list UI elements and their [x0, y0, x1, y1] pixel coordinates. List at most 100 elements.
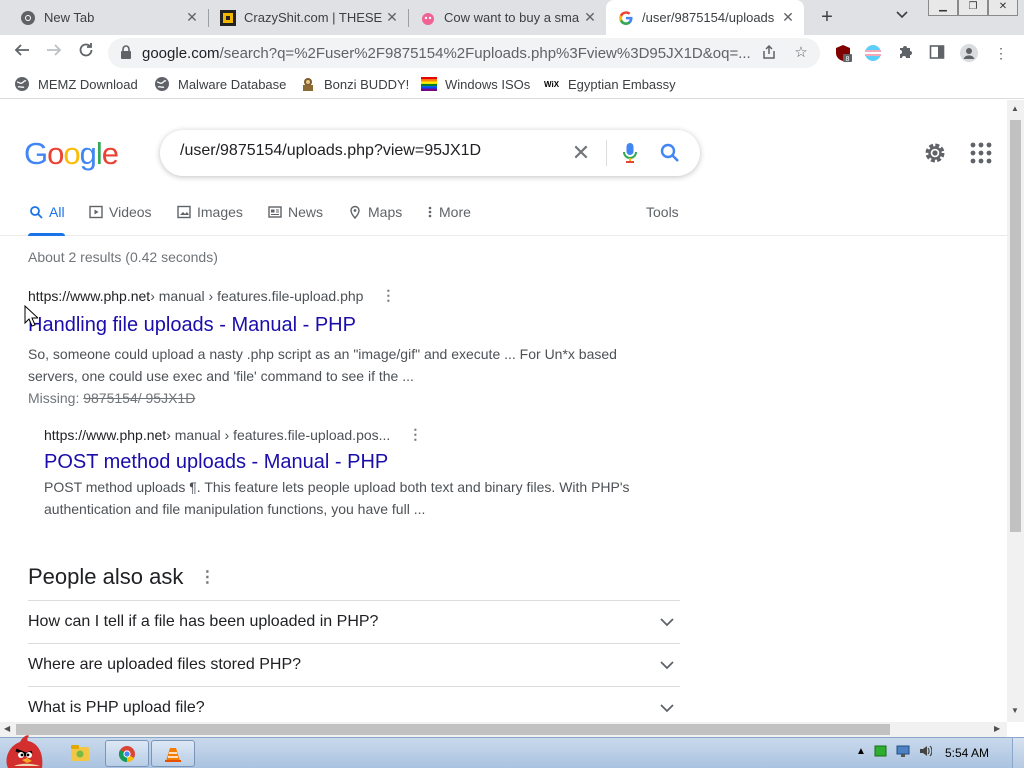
search-icon[interactable] — [658, 141, 682, 165]
vertical-scroll-thumb[interactable] — [1010, 120, 1021, 532]
start-button-angry-bird-icon[interactable] — [2, 730, 50, 768]
google-logo[interactable]: Google — [24, 136, 119, 172]
result-cite[interactable]: https://www.php.net › manual › features.… — [28, 287, 628, 304]
explorer-icon[interactable] — [70, 744, 90, 762]
trans-flag-extension-icon[interactable] — [864, 44, 882, 62]
bookmark-star-icon[interactable]: ☆ — [792, 44, 810, 62]
extensions-puzzle-icon[interactable] — [896, 44, 914, 62]
minimize-button[interactable]: ▁ — [928, 0, 958, 16]
close-icon[interactable]: ✕ — [382, 9, 402, 26]
window-close-button[interactable]: ✕ — [988, 0, 1018, 16]
tab-search-chevron-icon[interactable] — [896, 8, 908, 22]
bookmark-bonzi-buddy[interactable]: Bonzi BUDDY! — [300, 76, 409, 92]
search-input[interactable] — [180, 142, 560, 160]
scroll-up-arrow-icon[interactable]: ▲ — [1011, 104, 1019, 113]
volume-icon[interactable] — [918, 744, 932, 758]
screen: New Tab ✕ CrazyShit.com | THESE ✕ Cow wa… — [0, 0, 1024, 768]
search-result: https://www.php.net › manual › features.… — [28, 287, 628, 409]
pink-cow-icon — [420, 10, 436, 26]
network-icon[interactable] — [896, 744, 910, 758]
scroll-right-arrow-icon[interactable]: ▶ — [994, 724, 1000, 733]
tab-label: More — [439, 204, 471, 220]
tab-images[interactable]: Images — [176, 204, 243, 220]
close-icon[interactable]: ✕ — [580, 9, 600, 26]
tab-google-search[interactable]: /user/9875154/uploads ✕ — [606, 0, 804, 35]
taskbar-chrome-button[interactable] — [105, 740, 149, 767]
logo-letter: o — [47, 136, 64, 171]
bookmark-malware-database[interactable]: Malware Database — [154, 76, 286, 92]
new-tab-button[interactable]: + — [815, 5, 839, 29]
result-cite[interactable]: https://www.php.net › manual › features.… — [44, 426, 644, 443]
url-path: /search?q=%2Fuser%2F9875154%2Fuploads.ph… — [219, 45, 751, 62]
horizontal-scroll-thumb[interactable] — [16, 724, 890, 735]
system-tray: ▲ — [856, 744, 932, 758]
show-desktop-button[interactable] — [1012, 738, 1024, 768]
forward-button[interactable] — [42, 41, 66, 65]
search-icon — [28, 204, 44, 220]
settings-gear-icon[interactable] — [922, 140, 948, 166]
address-bar[interactable]: google.com/search?q=%2Fuser%2F9875154%2F… — [108, 38, 820, 68]
tab-more[interactable]: More — [426, 204, 471, 220]
google-apps-grid-icon[interactable] — [970, 142, 992, 164]
lock-icon[interactable] — [120, 45, 132, 59]
microphone-icon[interactable] — [620, 141, 640, 165]
result-site: https://www.php.net — [44, 426, 167, 443]
paa-question-text: What is PHP upload file? — [28, 699, 205, 716]
ublock-extension-icon[interactable]: 8 — [834, 44, 852, 63]
bookmark-egyptian-embassy[interactable]: WiX Egyptian Embassy — [544, 76, 676, 92]
close-icon[interactable]: ✕ — [778, 9, 798, 26]
tab-title: Cow want to buy a sma — [444, 10, 580, 25]
clear-search-icon[interactable]: ✕ — [568, 140, 594, 166]
bookmark-windows-isos[interactable]: Windows ISOs — [421, 76, 530, 92]
bookmark-label: Bonzi BUDDY! — [324, 76, 410, 92]
tab-title: /user/9875154/uploads — [642, 10, 775, 25]
scroll-down-arrow-icon[interactable]: ▼ — [1011, 706, 1019, 715]
crazyshit-icon — [220, 9, 236, 26]
result-title-link[interactable]: Handling file uploads - Manual - PHP — [28, 314, 628, 337]
video-icon — [88, 204, 104, 220]
paa-question[interactable]: How can I tell if a file has been upload… — [28, 600, 680, 643]
search-tabs: All Videos Images News Maps More Tools — [0, 196, 1007, 236]
url-host: google.com — [142, 45, 220, 62]
result-stats: About 2 results (0.42 seconds) — [28, 249, 218, 265]
close-icon[interactable]: ✕ — [182, 9, 202, 26]
taskbar-vlc-button[interactable] — [151, 740, 195, 767]
windows-taskbar: ▲ 5:54 AM — [0, 735, 1024, 768]
tab-crazyshit[interactable]: CrazyShit.com | THESE ✕ — [208, 0, 408, 35]
people-also-ask-heading: People also ask ⋮ — [28, 564, 215, 590]
result-options-icon[interactable]: ⋮ — [408, 426, 422, 443]
battery-icon[interactable] — [874, 745, 888, 757]
paa-question[interactable]: What is PHP upload file? — [28, 686, 680, 722]
paa-question[interactable]: Where are uploaded files stored PHP? — [28, 643, 680, 686]
result-snippet: POST method uploads ¶. This feature lets… — [44, 479, 630, 517]
chrome-icon — [20, 10, 36, 26]
tab-news[interactable]: News — [267, 204, 323, 220]
result-options-icon[interactable]: ⋮ — [381, 287, 395, 304]
result-missing-terms: Missing: 9875154/ 95JX1D — [28, 387, 628, 409]
show-hidden-icons-icon[interactable]: ▲ — [856, 746, 866, 757]
tab-all[interactable]: All — [28, 204, 65, 220]
profile-avatar-icon[interactable] — [960, 44, 978, 62]
map-pin-icon — [347, 204, 363, 220]
result-title-link[interactable]: POST method uploads - Manual - PHP — [44, 451, 644, 474]
tab-cow[interactable]: Cow want to buy a sma ✕ — [408, 0, 606, 35]
side-panel-icon[interactable] — [928, 44, 946, 62]
share-icon[interactable] — [760, 44, 778, 62]
tab-maps[interactable]: Maps — [347, 204, 402, 220]
extension-badge: 8 — [846, 56, 850, 62]
back-button[interactable] — [10, 41, 34, 65]
reload-button[interactable] — [74, 41, 98, 65]
svg-text:WiX: WiX — [544, 80, 560, 89]
paa-options-icon[interactable]: ⋮ — [199, 567, 215, 587]
taskbar-clock[interactable]: 5:54 AM — [945, 746, 989, 760]
horizontal-scrollbar[interactable]: ◀ ▶ — [0, 722, 1007, 737]
window-controls: ▁ ❐ ✕ — [928, 0, 1018, 16]
search-result: https://www.php.net › manual › features.… — [44, 426, 644, 520]
vertical-scrollbar[interactable]: ▲ ▼ — [1007, 100, 1024, 722]
chrome-menu-icon[interactable]: ⋮ — [992, 44, 1010, 62]
tab-new-tab[interactable]: New Tab ✕ — [8, 0, 208, 35]
maximize-button[interactable]: ❐ — [958, 0, 988, 16]
tab-videos[interactable]: Videos — [88, 204, 152, 220]
tools-button[interactable]: Tools — [646, 204, 679, 220]
bookmark-memz[interactable]: MEMZ Download — [14, 76, 138, 92]
